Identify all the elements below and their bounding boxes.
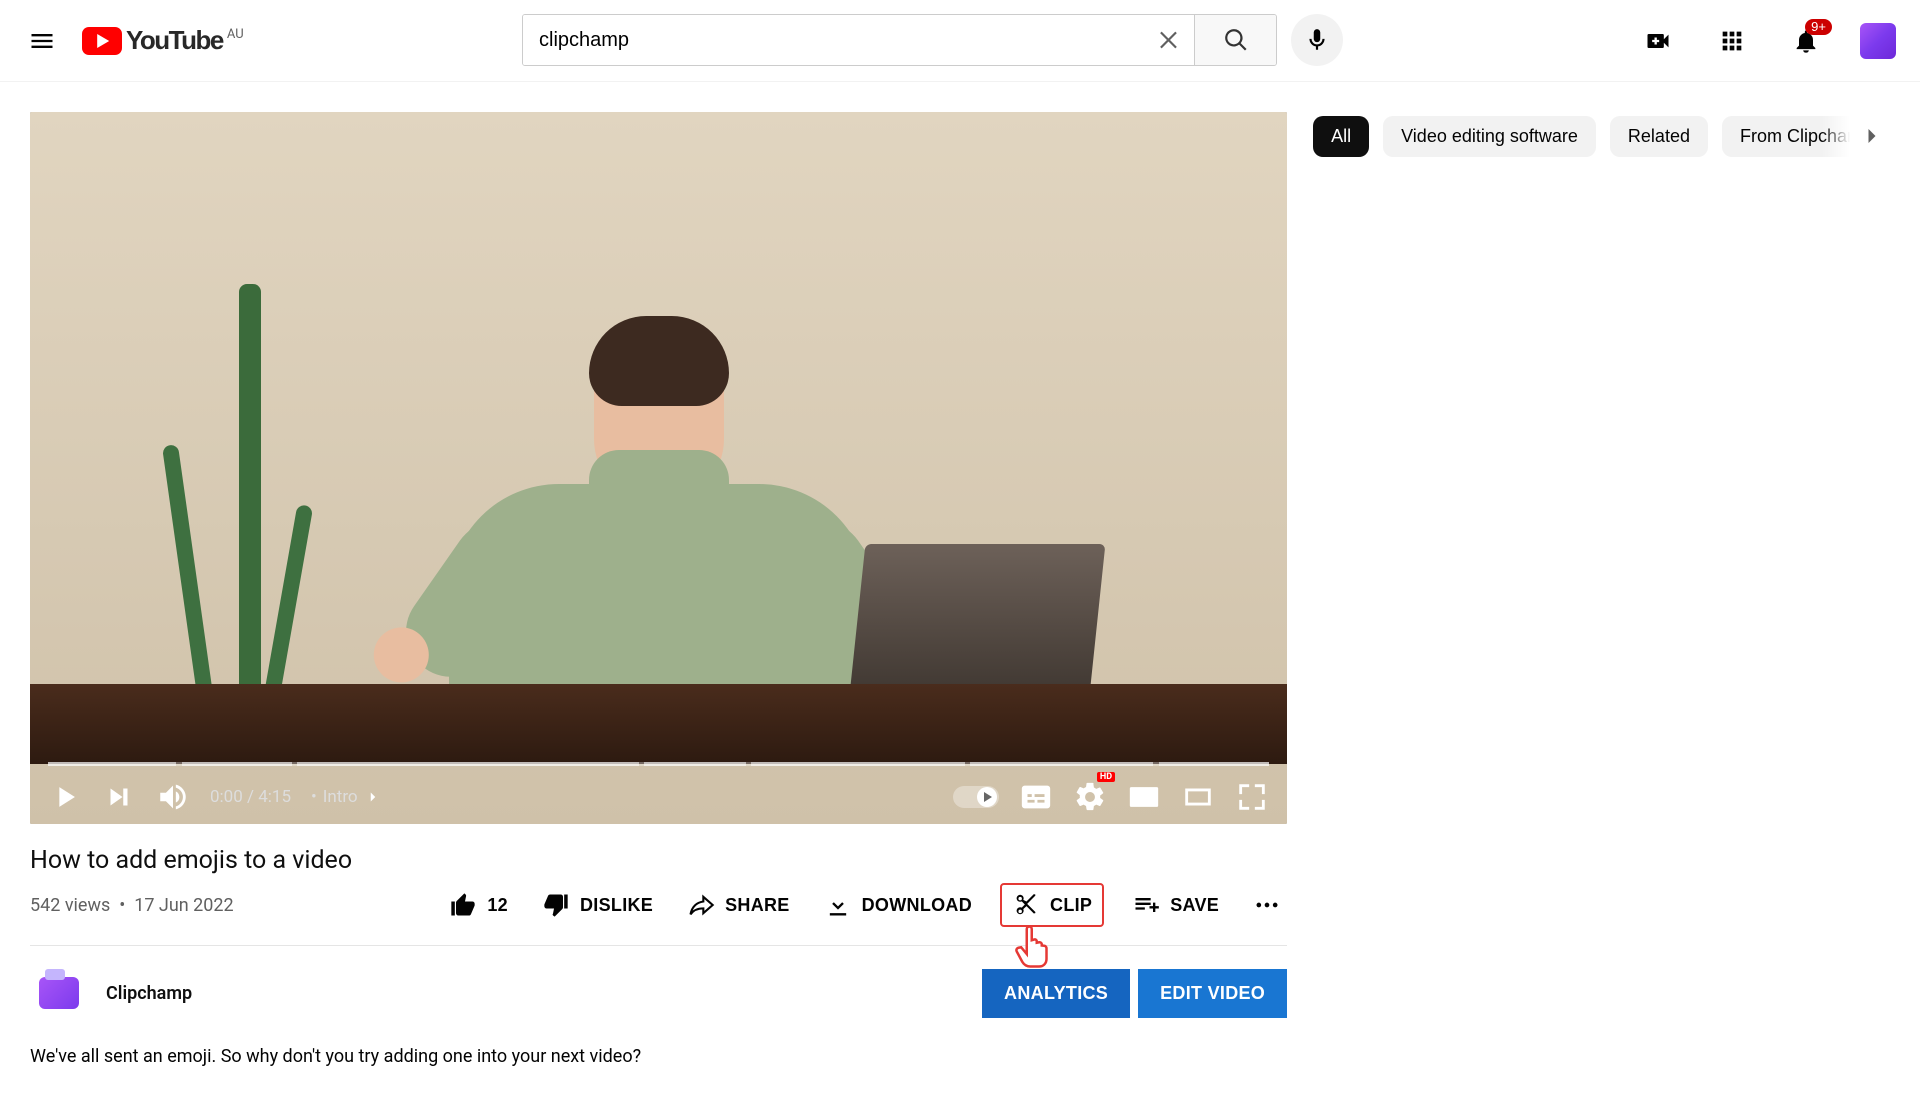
- autoplay-toggle[interactable]: [953, 786, 999, 808]
- fullscreen-button[interactable]: [1235, 780, 1269, 814]
- share-icon: [687, 891, 715, 919]
- analytics-button[interactable]: ANALYTICS: [982, 969, 1130, 1018]
- filter-chip[interactable]: Video editing software: [1383, 116, 1596, 157]
- playlist-add-icon: [1132, 891, 1160, 919]
- chapter-label[interactable]: • Intro: [311, 787, 382, 807]
- account-avatar[interactable]: [1860, 23, 1896, 59]
- search-icon: [1223, 27, 1249, 53]
- video-title: How to add emojis to a video: [30, 846, 1287, 875]
- microphone-icon: [1304, 27, 1330, 53]
- channel-name[interactable]: Clipchamp: [106, 983, 192, 1004]
- play-button[interactable]: [48, 780, 82, 814]
- youtube-logo-text: YouTube: [126, 25, 223, 56]
- create-video-icon: [1644, 26, 1672, 56]
- search-input[interactable]: [523, 15, 1146, 65]
- save-button[interactable]: SAVE: [1126, 883, 1225, 927]
- hamburger-icon: [28, 27, 56, 55]
- apps-button[interactable]: [1712, 21, 1752, 61]
- pointer-hand-icon: [1013, 923, 1053, 975]
- youtube-play-icon: [82, 27, 122, 55]
- channel-avatar[interactable]: [30, 964, 88, 1022]
- search-button[interactable]: [1194, 15, 1276, 65]
- volume-icon: [156, 780, 190, 814]
- progress-bar[interactable]: [48, 762, 1269, 766]
- play-icon: [48, 780, 82, 814]
- more-actions-button[interactable]: [1247, 883, 1287, 927]
- clip-button[interactable]: CLIP: [1000, 883, 1104, 927]
- theater-mode-button[interactable]: [1181, 780, 1215, 814]
- separator: [30, 945, 1287, 946]
- filter-chip-row: AllVideo editing softwareRelatedFrom Cli…: [1313, 112, 1890, 160]
- voice-search-button[interactable]: [1291, 14, 1343, 66]
- filter-chip[interactable]: All: [1313, 116, 1369, 157]
- hamburger-menu-button[interactable]: [18, 17, 66, 65]
- video-stats: 542 views • 17 Jun 2022: [30, 895, 234, 916]
- search-bar: [522, 14, 1343, 66]
- mute-button[interactable]: [156, 780, 190, 814]
- next-icon: [102, 780, 136, 814]
- chevron-right-icon: [1858, 122, 1886, 150]
- youtube-logo[interactable]: YouTube AU: [82, 25, 244, 56]
- like-button[interactable]: 12: [443, 883, 514, 927]
- more-horizontal-icon: [1253, 891, 1281, 919]
- chips-scroll-next[interactable]: [1822, 112, 1890, 160]
- filter-chip[interactable]: Related: [1610, 116, 1708, 157]
- subtitles-icon: [1019, 780, 1053, 814]
- theater-icon: [1181, 780, 1215, 814]
- time-display: 0:00 / 4:15: [210, 787, 291, 807]
- video-description: We've all sent an emoji. So why don't yo…: [30, 1046, 1287, 1067]
- video-player[interactable]: 0:00 / 4:15 • Intro HD: [30, 112, 1287, 824]
- close-icon: [1157, 27, 1183, 53]
- miniplayer-button[interactable]: [1127, 780, 1161, 814]
- next-button[interactable]: [102, 780, 136, 814]
- notifications-button[interactable]: 9+: [1786, 21, 1826, 61]
- download-icon: [824, 891, 852, 919]
- apps-grid-icon: [1718, 26, 1746, 56]
- create-button[interactable]: [1638, 21, 1678, 61]
- scissors-icon: [1012, 891, 1040, 919]
- download-button[interactable]: DOWNLOAD: [818, 883, 978, 927]
- thumb-down-icon: [542, 891, 570, 919]
- video-actions: 12 DISLIKE SHARE DOWNLOAD CLIP: [443, 883, 1287, 927]
- edit-video-button[interactable]: EDIT VIDEO: [1138, 969, 1287, 1018]
- country-code: AU: [227, 27, 244, 42]
- miniplayer-icon: [1127, 780, 1161, 814]
- gear-icon: [1073, 780, 1107, 814]
- top-bar: YouTube AU 9+: [0, 0, 1920, 82]
- subtitles-button[interactable]: [1019, 780, 1053, 814]
- fullscreen-icon: [1235, 780, 1269, 814]
- channel-row: Clipchamp ANALYTICS EDIT VIDEO: [30, 964, 1287, 1022]
- video-frame: [30, 112, 1287, 824]
- thumb-up-icon: [449, 891, 477, 919]
- chevron-right-icon: [364, 788, 382, 806]
- settings-button[interactable]: [1073, 780, 1107, 814]
- hd-badge: HD: [1097, 772, 1115, 782]
- share-button[interactable]: SHARE: [681, 883, 796, 927]
- dislike-button[interactable]: DISLIKE: [536, 883, 659, 927]
- notification-badge: 9+: [1805, 19, 1832, 35]
- clear-search-button[interactable]: [1146, 15, 1194, 65]
